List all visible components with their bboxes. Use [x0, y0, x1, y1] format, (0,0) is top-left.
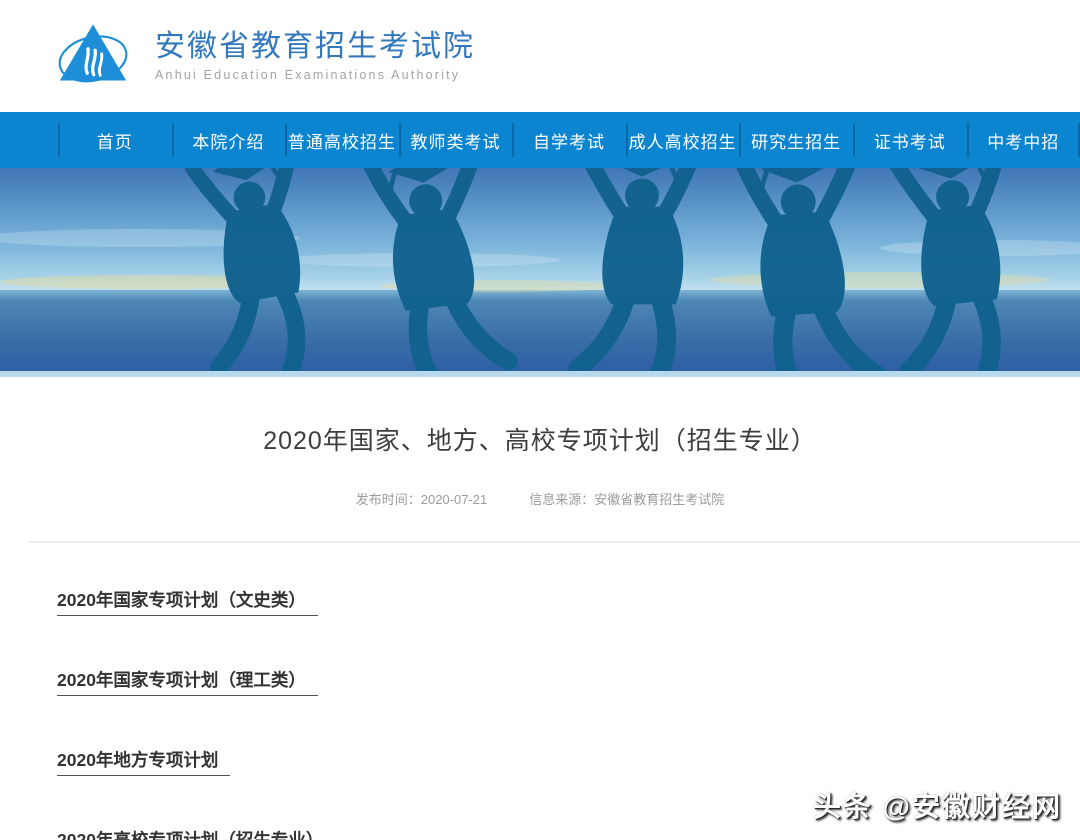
- article-link-university-plan[interactable]: 2020年高校专项计划（招生专业）: [57, 827, 335, 840]
- publish-time-value: 2020-07-21: [420, 492, 488, 507]
- nav-item-graduate-admission[interactable]: 研究生招生: [739, 112, 853, 168]
- article-meta: 发布时间：2020-07-21 信息来源：安徽省教育招生考试院: [0, 489, 1080, 508]
- brand-block: 安徽省教育招生考试院 Anhui Education Examinations …: [155, 30, 475, 83]
- nav-list: 首页 本院介绍 普通高校招生 教师类考试 自学考试 成人高校招生 研究生招生 证…: [58, 112, 1080, 168]
- graduates-banner-illustration: [0, 168, 1080, 377]
- list-item: 2020年国家专项计划（文史类）: [57, 587, 1080, 616]
- site-logo-icon[interactable]: [57, 14, 129, 98]
- site-header: 安徽省教育招生考试院 Anhui Education Examinations …: [0, 0, 1080, 112]
- page: 安徽省教育招生考试院 Anhui Education Examinations …: [0, 0, 1080, 840]
- nav-item-adult-college-admission[interactable]: 成人高校招生: [625, 112, 740, 168]
- list-item: 2020年地方专项计划: [57, 747, 1080, 776]
- article-title: 2020年国家、地方、高校专项计划（招生专业）: [263, 427, 817, 455]
- nav-item-self-study-exam[interactable]: 自学考试: [512, 112, 626, 168]
- nav-item-home[interactable]: 首页: [58, 112, 172, 168]
- list-item: 2020年国家专项计划（理工类）: [57, 667, 1080, 696]
- nav-item-middle-school-admission[interactable]: 中考中招: [966, 112, 1080, 168]
- source-label: 信息来源：: [529, 492, 595, 507]
- publish-time-label: 发布时间：: [355, 492, 421, 507]
- article-link-national-plan-liberal-arts[interactable]: 2020年国家专项计划（文史类）: [57, 587, 318, 616]
- main-navbar: 首页 本院介绍 普通高校招生 教师类考试 自学考试 成人高校招生 研究生招生 证…: [0, 112, 1080, 168]
- article-link-national-plan-science[interactable]: 2020年国家专项计划（理工类）: [57, 667, 318, 696]
- banner-image: [0, 168, 1080, 377]
- site-title-en: Anhui Education Examinations Authority: [155, 68, 461, 83]
- article-content: 2020年国家、地方、高校专项计划（招生专业） 发布时间：2020-07-21 信…: [0, 421, 1080, 840]
- list-item: 2020年高校专项计划（招生专业）: [57, 827, 1080, 840]
- nav-item-about[interactable]: 本院介绍: [171, 112, 286, 168]
- article-link-local-plan[interactable]: 2020年地方专项计划: [57, 747, 231, 776]
- toutiao-watermark: 头条 @安徽财经网: [812, 791, 1062, 822]
- nav-item-college-admission[interactable]: 普通高校招生: [285, 112, 399, 168]
- nav-item-certificate-exams[interactable]: 证书考试: [852, 112, 967, 168]
- site-title: 安徽省教育招生考试院: [155, 29, 475, 63]
- source-value: 安徽省教育招生考试院: [594, 492, 725, 507]
- content-divider: [28, 541, 1080, 543]
- nav-item-teacher-exams[interactable]: 教师类考试: [398, 112, 513, 168]
